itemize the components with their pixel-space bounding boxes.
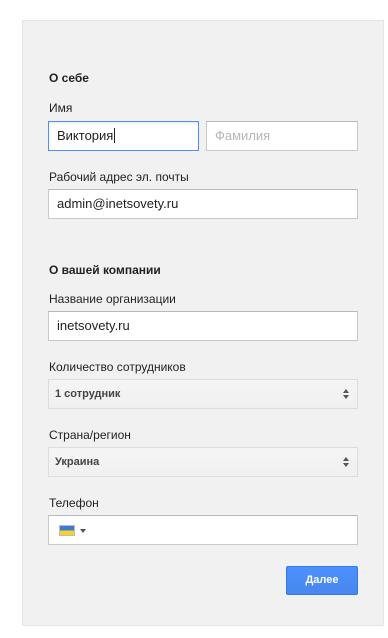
next-button[interactable]: Далее [286,566,358,595]
employees-label: Количество сотрудников [49,360,186,374]
org-name-label: Название организации [49,292,176,306]
signup-form-card: О себе Имя Виктория Фамилия Рабочий адре… [22,20,384,626]
select-arrows-icon [343,389,349,399]
company-section-title: О вашей компании [49,263,161,277]
ukraine-flag-icon[interactable] [59,525,75,536]
name-label: Имя [49,101,73,115]
text-caret [114,128,116,143]
about-section-title: О себе [49,71,89,85]
country-selected-value: Украина [55,456,100,468]
employees-selected-value: 1 сотрудник [55,388,121,400]
first-name-value: Виктория [57,128,114,143]
email-input[interactable]: admin@inetsovety.ru [48,189,358,219]
org-name-input[interactable]: inetsovety.ru [48,311,358,341]
phone-input[interactable] [48,515,358,545]
country-select[interactable]: Украина [48,447,358,477]
chevron-down-icon[interactable] [80,529,86,533]
select-arrows-icon [343,457,349,467]
email-label: Рабочий адрес эл. почты [49,170,189,184]
employees-select[interactable]: 1 сотрудник [48,379,358,409]
first-name-input[interactable]: Виктория [48,121,199,151]
last-name-input[interactable]: Фамилия [206,121,358,151]
country-label: Страна/регион [49,428,131,442]
phone-label: Телефон [49,496,99,510]
